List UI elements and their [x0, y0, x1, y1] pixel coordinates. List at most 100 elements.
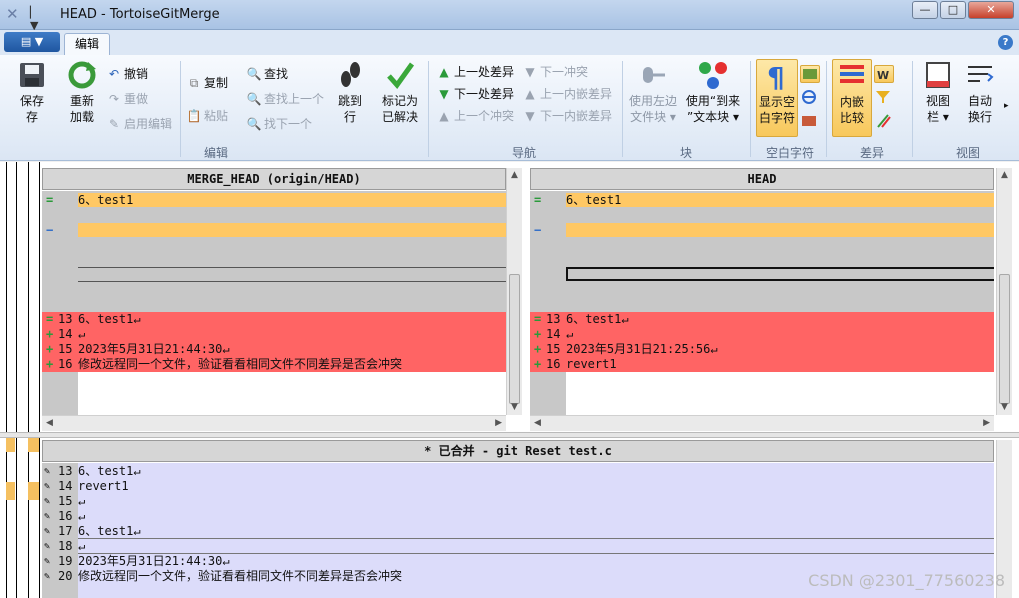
undo-button[interactable]: ↶ 撤销 [106, 65, 148, 83]
redo-button[interactable]: ↷ 重做 [106, 90, 148, 108]
edit-pencil-icon: ✎ [44, 541, 51, 552]
arrow-up-icon: ▲ [439, 109, 449, 123]
copy-icon: ⧉ [189, 76, 199, 90]
view-bar-label-2: 栏 ▾ [927, 110, 949, 124]
whitespace-option-1-icon[interactable] [800, 65, 820, 83]
arrow-up-icon: ▲ [525, 87, 535, 101]
left-vertical-scrollbar[interactable]: ▲ ▼ [506, 168, 522, 415]
group-label-diff: 差异 [859, 146, 884, 160]
scrollbar-thumb[interactable] [509, 274, 520, 404]
inline-label-1: 内嵌 [839, 95, 864, 109]
diff-word-icon[interactable]: W [874, 65, 894, 83]
find-next-button[interactable]: 🔍 找下一个 [246, 115, 313, 133]
arrow-up-icon: ▲ [439, 65, 449, 79]
ribbon: 保存存 重新 加载 ↶ 撤销 ↷ 重做 ✎ 启用编辑 ⧉ 复制 📋 粘贴 🔍 查找 🔍 查找上一… [0, 55, 1019, 161]
line-number: 16 [58, 357, 73, 371]
reload-button[interactable]: 重新 加载 [62, 59, 102, 125]
next-inline-label: 下一内嵌差异 [540, 109, 613, 123]
right-line-13: 6、test1↵ [566, 312, 629, 326]
use-incoming-block-button[interactable]: 使用“到来 ”文本块 ▾ [682, 59, 744, 125]
show-whitespace-button[interactable]: ¶ 显示空 白字符 [756, 59, 798, 137]
maximize-button[interactable]: □ [940, 1, 966, 19]
goto-line-button[interactable]: 跳到行 [330, 59, 370, 125]
edit-pencil-icon: ✎ [44, 556, 51, 567]
right-vertical-scrollbar[interactable]: ▲ ▼ [996, 168, 1012, 415]
ribbon-scroll-right-icon[interactable]: ▸ [1004, 97, 1009, 115]
enable-edit-button[interactable]: ✎ 启用编辑 [106, 115, 172, 133]
merged-line-15: ↵ [78, 494, 86, 508]
save-button[interactable]: 保存存 [12, 59, 52, 125]
minimize-button[interactable]: — [912, 1, 938, 19]
edit-pencil-icon: ✎ [44, 526, 51, 537]
left-horizontal-scrollbar[interactable]: ◀ ▶ [42, 415, 506, 431]
undo-icon: ↶ [108, 67, 120, 81]
floppy-disk-icon [20, 63, 44, 87]
diff-marker-minus: − [46, 223, 54, 237]
quick-access-toolbar[interactable]: ▏ ▼ [30, 6, 50, 32]
next-diff-button[interactable]: ▼ 下一处差异 [436, 85, 514, 103]
prev-inline-button[interactable]: ▲ 上一内嵌差异 [522, 85, 612, 103]
reload-label-1: 重新 [69, 94, 94, 108]
mark-resolved-button[interactable]: 标记为 已解决 [378, 59, 422, 125]
paste-icon: 📋 [186, 109, 202, 123]
line-number: 14 [58, 479, 73, 493]
file-menu-button[interactable]: ▤ ▼ [4, 32, 60, 52]
view-bar-button[interactable]: 视图栏 ▾ [918, 59, 958, 125]
diff-filter-icon[interactable] [874, 89, 894, 107]
use-left-label-1: 使用左边 [628, 94, 677, 108]
diff-ignore-icon[interactable] [874, 113, 894, 131]
location-bar[interactable] [0, 162, 40, 598]
line-number: 14 [58, 327, 73, 341]
mark-label-2: 已解决 [381, 110, 418, 124]
next-conflict-label: 下一冲突 [540, 65, 589, 79]
line-number: 15 [58, 494, 73, 508]
group-label-block: 块 [679, 146, 692, 160]
diff-marker-plus: + [534, 342, 542, 356]
next-inline-button[interactable]: ▼ 下一内嵌差异 [522, 107, 612, 125]
left-line-13: 6、test1↵ [78, 312, 141, 326]
merged-line-16: ↵ [78, 509, 86, 523]
find-prev-button[interactable]: 🔍 查找上一个 [246, 90, 325, 108]
enable-edit-label: 启用编辑 [124, 117, 173, 131]
inline-label-2: 比较 [839, 111, 864, 125]
right-horizontal-scrollbar[interactable]: ◀ ▶ [530, 415, 994, 431]
right-line-15: 2023年5月31日21:25:56↵ [566, 342, 718, 356]
auto-wrap-button[interactable]: 自动 换行 [960, 59, 1000, 125]
svg-text:W: W [877, 69, 889, 82]
diff-marker-equal: = [46, 312, 54, 326]
whitespace-option-3-icon[interactable] [800, 113, 820, 131]
line-number: 14 [546, 327, 561, 341]
use-left-block-button[interactable]: 使用左边文件块 ▾ [626, 59, 680, 125]
whitespace-option-2-icon[interactable] [800, 89, 820, 107]
prev-conflict-button[interactable]: ▲ 上一个冲突 [436, 107, 514, 125]
separator [826, 61, 827, 157]
prev-diff-button[interactable]: ▲ 上一处差异 [436, 63, 514, 81]
arrow-down-icon: ▼ [439, 87, 449, 101]
scrollbar-thumb[interactable] [999, 274, 1010, 404]
line-number: 15 [58, 342, 73, 356]
use-left-label-2: 文件块 ▾ [630, 110, 676, 124]
line-number: 20 [58, 569, 73, 583]
inline-diff-button[interactable]: 内嵌 比较 [832, 59, 872, 137]
edit-pencil-icon: ✎ [44, 466, 51, 477]
tab-edit[interactable]: 编辑 [64, 33, 110, 55]
close-button[interactable]: ✕ [968, 1, 1014, 19]
edit-pencil-icon: ✎ [44, 511, 51, 522]
redo-icon: ↷ [108, 92, 120, 106]
paste-button[interactable]: 📋 粘贴 [186, 107, 229, 125]
diff-marker-equal: = [46, 193, 54, 207]
footprints-icon [341, 62, 360, 87]
paste-label: 粘贴 [204, 109, 229, 123]
line-number: 17 [58, 524, 73, 538]
pane-splitter[interactable] [0, 432, 1019, 438]
merged-line-18: ↵ [78, 539, 86, 553]
copy-button[interactable]: ⧉ 复制 [186, 74, 228, 92]
find-prev-label: 查找上一个 [264, 92, 325, 106]
line-number: 13 [546, 312, 561, 326]
next-conflict-button[interactable]: ▼ 下一冲突 [522, 63, 588, 81]
help-icon[interactable]: ? [998, 35, 1013, 50]
group-label-whitespace: 空白字符 [765, 146, 814, 160]
view-bar-label-1: 视图 [925, 94, 950, 108]
find-button[interactable]: 🔍 查找 [246, 65, 289, 83]
app-icon[interactable]: ✕ [6, 5, 24, 23]
